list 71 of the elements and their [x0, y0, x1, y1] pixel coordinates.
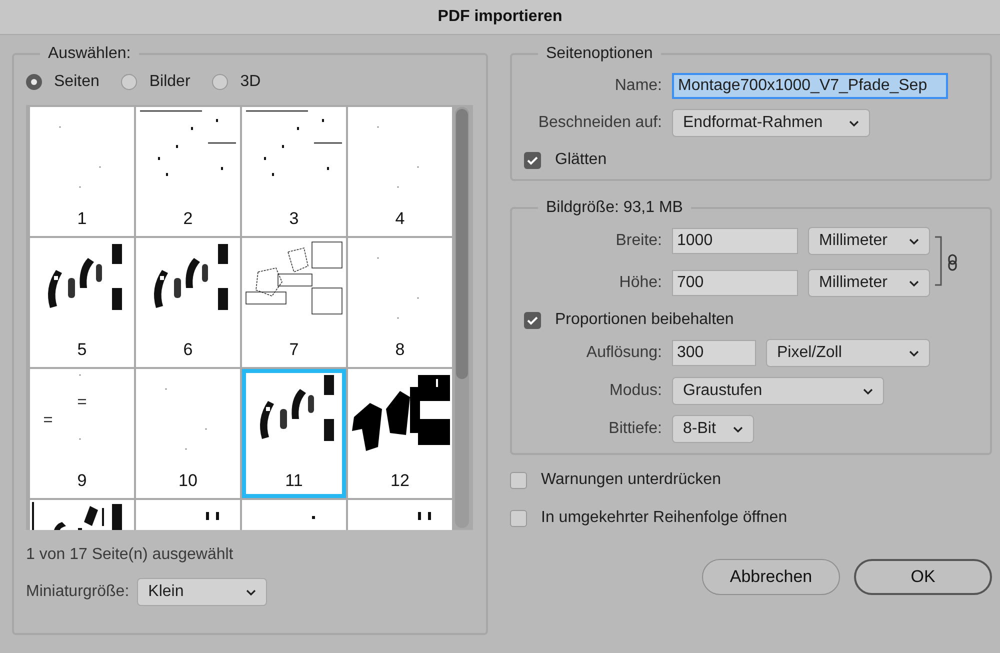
group-title: Auswählen: [47, 45, 132, 63]
checkmark-icon [527, 316, 538, 324]
field-label: Breite: [614, 232, 662, 250]
page-thumbnail[interactable]: 5 [30, 238, 134, 367]
cancel-button[interactable]: Abbrechen [702, 559, 840, 595]
resolution-field[interactable]: 300 [672, 340, 756, 366]
scrollbar[interactable] [455, 107, 469, 528]
group-title: Bildgröße: 93,1 MB [545, 199, 684, 217]
chevron-down-icon [733, 426, 743, 432]
dropdown[interactable]: Millimeter [808, 269, 930, 297]
name-field[interactable]: Montage700x1000_V7_Pfade_Sep [672, 73, 948, 99]
field-label: Beschneiden auf: [537, 114, 662, 132]
height-field[interactable]: 700 [672, 270, 798, 296]
chevron-down-icon [849, 120, 859, 126]
page-preview-drawing [377, 257, 419, 319]
radio-option[interactable]: Seiten [26, 73, 100, 91]
page-preview-drawing [312, 516, 315, 519]
chevron-down-icon [246, 588, 256, 596]
page-thumbnail[interactable]: 8 [348, 238, 452, 367]
dropdown[interactable]: Klein [137, 578, 268, 606]
radio-button[interactable] [121, 74, 138, 90]
page-thumbnail[interactable]: 6 [136, 238, 240, 367]
field-label: Modus: [608, 382, 662, 400]
page-thumbnail[interactable]: 3 [242, 107, 346, 236]
field-label: Miniaturgröße: [26, 583, 130, 601]
page-thumbnail[interactable]: 10 [136, 369, 240, 498]
chevron-down-icon [909, 280, 919, 286]
checkbox[interactable] [524, 312, 541, 328]
dropdown[interactable]: Endformat-Rahmen [672, 109, 870, 137]
page-thumbnail[interactable]: 11 [242, 369, 346, 498]
width-field[interactable]: 1000 [672, 228, 798, 254]
radio-button[interactable] [26, 74, 42, 90]
ok-button[interactable]: OK [854, 559, 992, 595]
checkbox-option[interactable]: Glätten [524, 151, 607, 169]
chevron-down-icon [909, 238, 919, 244]
checkmark-icon [527, 156, 538, 164]
status-text: 1 von 17 Seite(n) ausgewählt [26, 546, 234, 564]
scrollbar-thumb[interactable] [456, 109, 468, 379]
dropdown[interactable]: 8-Bit [672, 415, 754, 443]
group-title: Seitenoptionen [545, 45, 654, 63]
checkbox[interactable] [524, 152, 541, 168]
chevron-down-icon [863, 388, 873, 394]
field-label: Höhe: [618, 274, 662, 292]
field-label: Auflösung: [585, 344, 662, 362]
page-thumbnail[interactable]: 1 [30, 107, 134, 236]
page-preview-drawing [377, 126, 419, 188]
field-label: Name: [614, 77, 662, 95]
window-title: PDF importieren [438, 8, 562, 26]
dropdown[interactable]: Graustufen [672, 377, 884, 405]
checkbox[interactable] [510, 510, 527, 526]
checkbox[interactable] [510, 472, 527, 488]
dropdown[interactable]: Millimeter [808, 227, 930, 255]
page-thumbnail[interactable]: 12 [348, 369, 452, 498]
checkbox-option[interactable]: In umgekehrter Reihenfolge öffnen [510, 509, 992, 527]
radio-button[interactable] [212, 74, 228, 90]
page-preview-drawing [165, 388, 207, 450]
dropdown[interactable]: Pixel/Zoll [766, 339, 930, 367]
radio-option[interactable]: 3D [212, 73, 261, 91]
page-preview-drawing [44, 374, 86, 440]
checkbox-option[interactable]: Proportionen beibehalten [524, 311, 734, 329]
page-thumbnail[interactable]: 4 [348, 107, 452, 236]
page-preview-drawing [418, 512, 431, 520]
radio-option[interactable]: Bilder [121, 73, 190, 91]
page-thumbnail[interactable]: 7 [242, 238, 346, 367]
checkbox-option[interactable]: Warnungen unterdrücken [510, 471, 992, 489]
page-thumbnail[interactable]: 2 [136, 107, 240, 236]
chevron-down-icon [909, 350, 919, 356]
field-label: Bittiefe: [608, 420, 662, 438]
page-preview-drawing [59, 126, 101, 188]
page-thumbnail[interactable]: 9 [30, 369, 134, 498]
page-preview-drawing [206, 512, 219, 520]
